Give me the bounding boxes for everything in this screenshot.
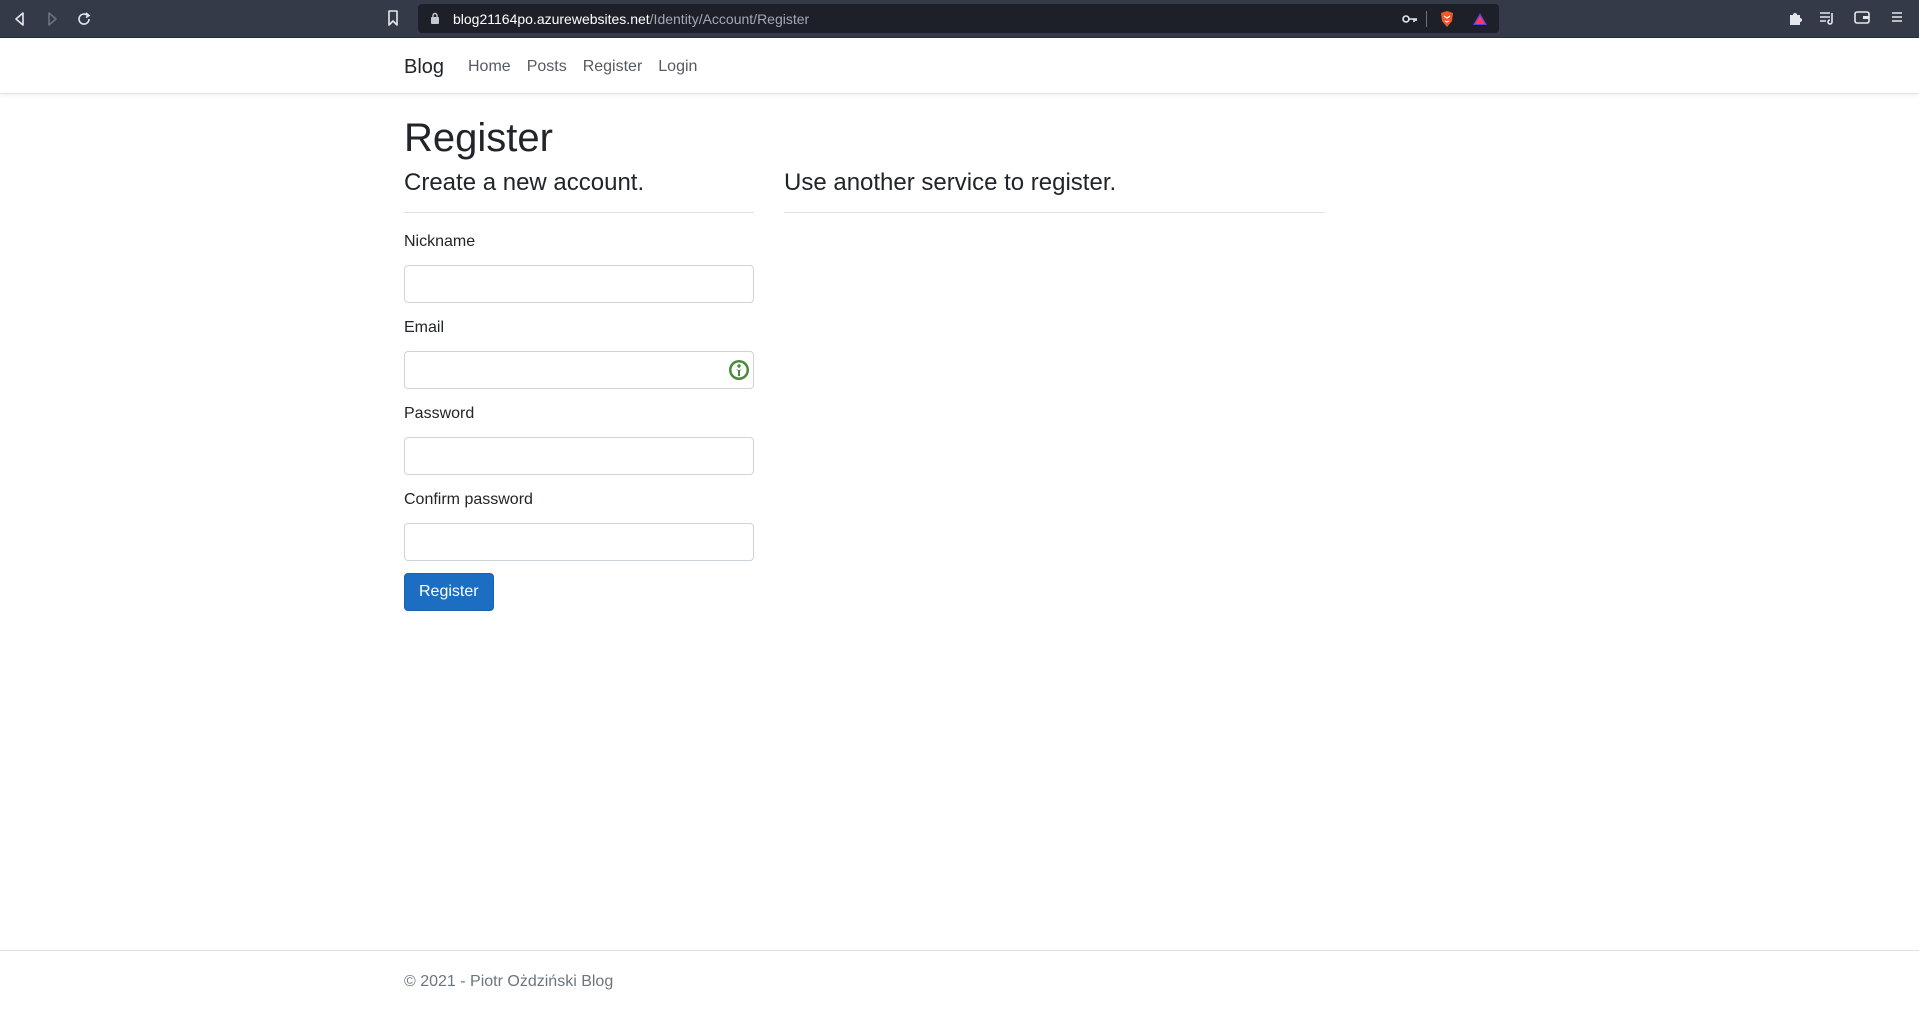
url-host: blog21164po.azurewebsites.net — [453, 11, 650, 27]
key-icon[interactable] — [1402, 10, 1418, 28]
wallet-button[interactable] — [1854, 10, 1870, 29]
url-path: /Identity/Account/Register — [649, 11, 810, 27]
nav-link-login[interactable]: Login — [658, 58, 697, 76]
menu-icon — [1892, 12, 1902, 22]
forward-icon — [48, 12, 57, 26]
playlist-icon — [1820, 12, 1833, 25]
nav-link-register[interactable]: Register — [583, 58, 643, 76]
confirm-password-input[interactable] — [404, 523, 754, 561]
nickname-group: Nickname — [404, 232, 754, 303]
browser-toolbar: blog21164po.azurewebsites.net/Identity/A… — [0, 0, 1919, 38]
email-input[interactable] — [404, 351, 754, 389]
reload-icon — [78, 12, 91, 25]
external-login-heading: Use another service to register. — [784, 169, 1117, 196]
brave-shield-icon[interactable] — [1439, 10, 1455, 28]
extensions-button[interactable] — [1788, 10, 1804, 31]
email-label: Email — [404, 319, 445, 336]
password-input[interactable] — [404, 437, 754, 475]
wallet-icon — [1854, 11, 1870, 24]
brand-link[interactable]: Blog — [404, 56, 444, 79]
create-account-section: Create a new account. — [404, 166, 754, 213]
brave-rewards-icon[interactable] — [1472, 10, 1488, 28]
address-divider — [1426, 11, 1427, 27]
bookmark-icon — [388, 10, 398, 26]
address-bar[interactable]: blog21164po.azurewebsites.net/Identity/A… — [418, 4, 1499, 33]
bookmark-button[interactable] — [387, 10, 399, 31]
password-group: Password — [404, 404, 754, 475]
divider — [404, 212, 754, 213]
divider — [784, 212, 1325, 213]
lock-icon — [430, 12, 440, 30]
forward-button[interactable] — [41, 8, 63, 30]
external-login-section: Use another service to register. — [784, 166, 1325, 213]
page-title: Register — [404, 116, 553, 160]
reload-button[interactable] — [73, 8, 95, 30]
password-manager-icon[interactable] — [728, 359, 750, 386]
nav-link-posts[interactable]: Posts — [527, 58, 567, 76]
extensions-icon — [1790, 13, 1802, 25]
playlist-button[interactable] — [1819, 10, 1835, 31]
confirm-password-group: Confirm password — [404, 490, 754, 561]
register-button[interactable]: Register — [404, 573, 494, 611]
site-navbar: Blog Home Posts Register Login — [0, 38, 1919, 94]
footer-text: © 2021 - Piotr Ożdziński Blog — [404, 973, 614, 990]
nickname-input[interactable] — [404, 265, 754, 303]
menu-button[interactable] — [1890, 10, 1904, 29]
password-label: Password — [404, 405, 475, 422]
footer: © 2021 - Piotr Ożdziński Blog — [0, 950, 1919, 1010]
confirm-password-label: Confirm password — [404, 491, 533, 508]
nav-link-home[interactable]: Home — [468, 58, 511, 76]
back-icon — [15, 12, 24, 26]
create-account-heading: Create a new account. — [404, 169, 645, 196]
back-button[interactable] — [9, 8, 31, 30]
nickname-label: Nickname — [404, 233, 476, 250]
url-text: blog21164po.azurewebsites.net/Identity/A… — [453, 11, 809, 27]
nav-links: Home Posts Register Login — [468, 58, 697, 76]
email-group: Email — [404, 318, 754, 389]
